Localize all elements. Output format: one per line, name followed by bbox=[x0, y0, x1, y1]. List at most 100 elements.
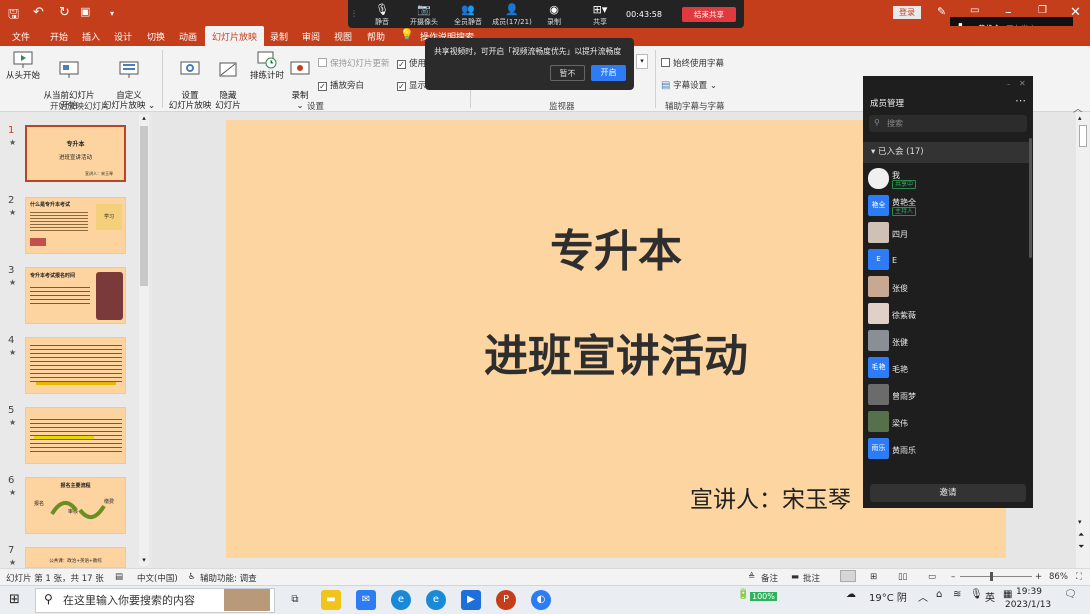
scrollbar-thumb[interactable] bbox=[1079, 125, 1087, 147]
camera-button[interactable]: 📷 开摄像头 bbox=[404, 2, 444, 27]
joined-group-header[interactable]: ▾ 已入会 (17) bbox=[863, 142, 1029, 163]
restore-icon[interactable]: ❐ bbox=[1038, 5, 1047, 16]
member-row[interactable]: 艳全 黄艳全 主持人 bbox=[863, 193, 1027, 220]
rehearse-button[interactable]: 排练计时 bbox=[247, 51, 287, 81]
member-row[interactable]: 梁伟 bbox=[863, 409, 1027, 436]
tab-transitions[interactable]: 切换 bbox=[147, 30, 165, 43]
save-icon[interactable]: 🖫 bbox=[8, 5, 19, 27]
ribbon-display-icon[interactable]: ▭ bbox=[970, 5, 979, 16]
setup-slideshow-button[interactable]: 设置 幻灯片放映 bbox=[166, 51, 214, 111]
not-now-button[interactable]: 暂不 bbox=[550, 65, 585, 81]
more-icon[interactable]: ⋯ bbox=[1015, 94, 1026, 107]
input-method[interactable]: 英 bbox=[985, 589, 995, 604]
scroll-down-icon[interactable]: ▾ bbox=[1078, 518, 1082, 526]
tab-home[interactable]: 开始 bbox=[50, 30, 68, 43]
tab-insert[interactable]: 插入 bbox=[82, 30, 100, 43]
zoom-out-icon[interactable]: – bbox=[951, 572, 955, 582]
minimize-icon[interactable]: – bbox=[1007, 80, 1011, 88]
zoom-level[interactable]: 86% bbox=[1049, 572, 1068, 582]
edge-icon[interactable]: e bbox=[391, 590, 411, 610]
prev-slide-icon[interactable]: ⏶ bbox=[1078, 530, 1084, 540]
spellcheck-icon[interactable]: ▤ bbox=[115, 572, 123, 582]
network-icon[interactable]: ⌂ bbox=[936, 589, 942, 600]
next-slide-icon[interactable]: ⏷ bbox=[1078, 542, 1084, 552]
play-narration-check[interactable]: ✓ 播放旁白 bbox=[318, 79, 364, 91]
scroll-down-icon[interactable]: ▾ bbox=[139, 556, 149, 564]
from-beginning-button[interactable]: 从头开始 bbox=[4, 51, 42, 81]
presenter-icon[interactable]: ▣ bbox=[80, 5, 90, 18]
sorter-view-icon[interactable]: ⊞ bbox=[870, 572, 877, 582]
app-icon[interactable]: ▶ bbox=[461, 590, 481, 610]
keep-updated-check[interactable]: 保持幻灯片更新 bbox=[318, 57, 390, 69]
normal-view-icon[interactable] bbox=[840, 570, 856, 582]
edge-browser-icon[interactable]: e bbox=[426, 590, 446, 610]
tray-expand-icon[interactable]: ︿ bbox=[918, 589, 928, 604]
member-row[interactable]: E E bbox=[863, 247, 1027, 274]
login-button[interactable]: 登录 bbox=[893, 6, 921, 19]
tab-slideshow[interactable]: 幻灯片放映 bbox=[205, 26, 265, 46]
zoom-slider-thumb[interactable] bbox=[990, 572, 993, 581]
tab-record[interactable]: 录制 bbox=[270, 30, 288, 43]
scroll-up-icon[interactable]: ▴ bbox=[139, 114, 149, 122]
search-highlight-image[interactable] bbox=[224, 589, 270, 611]
member-row[interactable]: 张健 bbox=[863, 328, 1027, 355]
members-button[interactable]: 👤 成员(17/21) bbox=[490, 2, 534, 27]
powerpoint-icon[interactable]: P bbox=[496, 590, 516, 610]
member-row[interactable]: 徐紫薇 bbox=[863, 301, 1027, 328]
tab-help[interactable]: 帮助 bbox=[367, 30, 385, 43]
clock-time[interactable]: 19:39 bbox=[1016, 587, 1042, 597]
drag-handle-icon[interactable]: ⋮ bbox=[350, 9, 358, 18]
microphone-icon[interactable]: 🎙 bbox=[970, 589, 983, 600]
tab-review[interactable]: 审阅 bbox=[302, 30, 320, 43]
use-timings-check[interactable]: ✓ 使用 bbox=[397, 57, 426, 69]
mute-all-button[interactable]: 👥 全员静音 bbox=[448, 2, 488, 27]
tab-animations[interactable]: 动画 bbox=[179, 30, 197, 43]
member-row[interactable]: 毛艳 毛艳 bbox=[863, 355, 1027, 382]
scroll-up-icon[interactable]: ▴ bbox=[1078, 114, 1082, 122]
member-row[interactable]: 我 共享中 bbox=[863, 166, 1027, 193]
accessibility-status[interactable]: 辅助功能: 调查 bbox=[200, 572, 257, 584]
mute-button[interactable]: 🎙 静音 bbox=[362, 2, 402, 27]
slideshow-view-icon[interactable]: ▭ bbox=[928, 572, 936, 582]
meeting-record-button[interactable]: ◉ 录制 bbox=[534, 2, 574, 27]
tab-view[interactable]: 视图 bbox=[334, 30, 352, 43]
member-row[interactable]: 雨乐 黄雨乐 bbox=[863, 436, 1027, 463]
battery-icon[interactable]: 🔋 bbox=[737, 589, 749, 600]
show-controls-check[interactable]: ✓ 显示 bbox=[397, 79, 426, 91]
mail-icon[interactable]: ✉ bbox=[356, 590, 376, 610]
invite-button[interactable]: 邀请 bbox=[870, 484, 1026, 502]
tab-file[interactable]: 文件 bbox=[12, 30, 30, 43]
file-explorer-icon[interactable]: ▬ bbox=[321, 590, 341, 610]
enable-button[interactable]: 开启 bbox=[591, 65, 626, 81]
redo-icon[interactable]: ↻ bbox=[59, 5, 70, 20]
scrollbar-thumb[interactable] bbox=[140, 126, 148, 286]
zoom-slider[interactable] bbox=[960, 576, 1032, 577]
slide-thumbnail-4[interactable] bbox=[25, 337, 126, 394]
slide-thumbnail-3[interactable]: 专升本考试报名时间 bbox=[25, 267, 126, 324]
meeting-app-icon[interactable]: ◐ bbox=[531, 590, 551, 610]
member-row[interactable]: 曾雨梦 bbox=[863, 382, 1027, 409]
comments-button[interactable]: 批注 bbox=[803, 572, 820, 584]
slide-thumbnail-6[interactable]: 报名主要流程 报名 审核 缴费 bbox=[25, 477, 126, 534]
end-share-button[interactable]: 结束共享 bbox=[682, 7, 736, 22]
share-button[interactable]: ⊞▾ 共享 bbox=[580, 2, 620, 27]
member-row[interactable]: 张俊 bbox=[863, 274, 1027, 301]
slide-scrollbar[interactable]: ▴ ▾ ⏶ ⏷ bbox=[1076, 112, 1090, 568]
slide-thumbnail-2[interactable]: 什么是专升本考试 学习 bbox=[25, 197, 126, 254]
undo-icon[interactable]: ↶ bbox=[33, 5, 44, 20]
slide-thumbnail-1[interactable]: 专升本 进班宣讲活动 宣讲人：宋玉琴 bbox=[25, 125, 126, 182]
fit-slide-icon[interactable]: ⛶ bbox=[1076, 572, 1082, 582]
slide-thumbnail-7[interactable]: 公共课：政治+英语+教综 bbox=[25, 547, 126, 568]
clock-date[interactable]: 2023/1/13 bbox=[1005, 600, 1051, 610]
thumbnails-scrollbar[interactable]: ▴ ▾ bbox=[139, 114, 149, 566]
reading-view-icon[interactable]: ▯▯ bbox=[898, 572, 907, 582]
weather-text[interactable]: 19°C 阴 bbox=[869, 589, 907, 604]
hide-slide-button[interactable]: 隐藏 幻灯片 bbox=[212, 51, 244, 111]
close-icon[interactable]: ✕ bbox=[1019, 79, 1026, 88]
slide-thumbnail-5[interactable] bbox=[25, 407, 126, 464]
task-view-icon[interactable]: ⧉ bbox=[285, 590, 305, 610]
members-search-input[interactable]: 搜索 bbox=[869, 115, 1027, 132]
members-scrollbar[interactable] bbox=[1029, 138, 1032, 258]
monitor-dropdown[interactable]: ▾ bbox=[636, 54, 648, 69]
notification-icon[interactable]: 🗨 bbox=[1064, 589, 1077, 600]
